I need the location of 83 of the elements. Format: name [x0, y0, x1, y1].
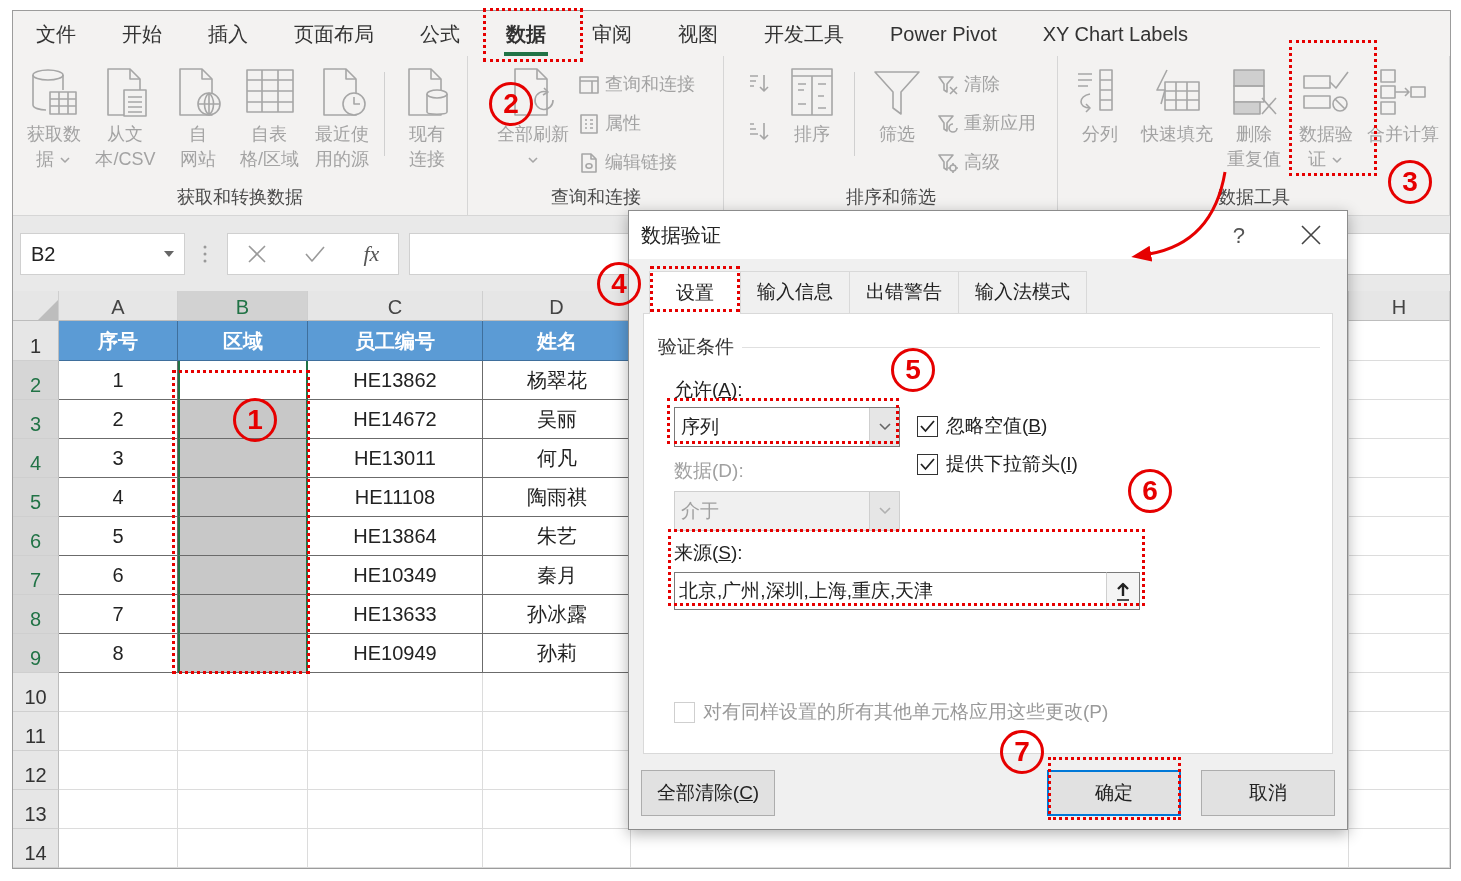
column-header[interactable]: A: [59, 291, 178, 321]
row-header[interactable]: 2: [13, 361, 59, 400]
row-header[interactable]: 5: [13, 478, 59, 517]
chevron-icon: [877, 422, 892, 432]
ribbon-tab[interactable]: 开发工具: [762, 20, 846, 56]
row-header[interactable]: 14: [13, 829, 59, 868]
column-header[interactable]: B: [178, 291, 308, 321]
group-label: 排序和筛选: [844, 186, 937, 209]
step-number: 7: [1000, 730, 1044, 774]
group-label: 查询和连接: [549, 186, 642, 209]
step-number: 3: [1388, 160, 1432, 204]
upload-arrow-icon: [1115, 581, 1131, 601]
funnel-gear-icon: [936, 151, 959, 174]
column-header[interactable]: H: [1349, 291, 1450, 321]
row-header[interactable]: 1: [13, 321, 59, 361]
table-cell: HE10349: [308, 556, 483, 595]
chevron-icon: [877, 506, 892, 516]
column-heading: 员工编号: [308, 321, 483, 361]
dropdown-field[interactable]: 序列: [674, 407, 900, 447]
checkbox[interactable]: [917, 453, 938, 475]
cancel-icon[interactable]: [246, 243, 267, 264]
range-select-button[interactable]: [1106, 572, 1140, 610]
checkbox-label: 对有同样设置的所有其他单元格应用这些更改(P): [703, 699, 1109, 724]
checkbox[interactable]: [917, 415, 938, 437]
table-cell: HE13633: [308, 595, 483, 634]
step-number: 4: [597, 262, 641, 306]
table-cell: HE10949: [308, 634, 483, 673]
table-cell: HE13864: [308, 517, 483, 556]
ribbon-tab[interactable]: 开始: [120, 20, 164, 56]
dialog-tab[interactable]: 设置: [649, 271, 741, 314]
document-link-icon: [578, 151, 600, 174]
dialog-tab[interactable]: 输入法模式: [958, 271, 1087, 313]
ribbon-tab[interactable]: XY Chart Labels: [1040, 20, 1190, 56]
row-header[interactable]: 11: [13, 712, 59, 751]
column-heading: 姓名: [483, 321, 631, 361]
ribbon-tab[interactable]: 插入: [206, 20, 250, 56]
funnel-clear-icon: [936, 73, 959, 96]
column-heading: 区域: [178, 321, 308, 361]
step-number: 5: [891, 348, 935, 392]
table-cell: HE13011: [308, 439, 483, 478]
dialog-button[interactable]: 取消: [1201, 770, 1335, 816]
ribbon-tab[interactable]: 审阅: [590, 20, 634, 56]
field-label: 数据(D):: [674, 459, 745, 483]
ribbon-tab[interactable]: 公式: [418, 20, 462, 56]
ribbon-tab[interactable]: 页面布局: [292, 20, 376, 56]
ribbon-tab[interactable]: 文件: [34, 20, 78, 56]
row-header[interactable]: 12: [13, 751, 59, 790]
step-number: 1: [233, 398, 277, 442]
help-button[interactable]: ?: [1232, 218, 1245, 252]
column-heading: 序号: [59, 321, 178, 361]
name-box[interactable]: B2: [20, 232, 185, 275]
checkbox-label: 提供下拉箭头(I): [946, 451, 1078, 476]
row-header[interactable]: 9: [13, 634, 59, 673]
table-cell: HE11108: [308, 478, 483, 517]
ribbon-tab[interactable]: 视图: [676, 20, 720, 56]
source-input[interactable]: 北京,广州,深圳,上海,重庆,天津: [674, 572, 1106, 610]
panel-icon: [578, 73, 600, 96]
list-icon: [578, 112, 600, 135]
section-title: 验证条件: [658, 334, 734, 359]
column-header[interactable]: C: [308, 291, 483, 321]
close-icon[interactable]: [1301, 225, 1321, 245]
dialog-button[interactable]: 确定: [1047, 770, 1181, 816]
row-header[interactable]: 8: [13, 595, 59, 634]
dialog-title: 数据验证: [641, 223, 722, 248]
row-header[interactable]: 13: [13, 790, 59, 829]
funnel-refresh-icon: [936, 112, 959, 135]
caret-icon: [164, 250, 174, 257]
row-header[interactable]: 4: [13, 439, 59, 478]
row-header[interactable]: 7: [13, 556, 59, 595]
row-header[interactable]: 3: [13, 400, 59, 439]
field-label: 来源(S):: [674, 541, 744, 565]
table-cell: HE13862: [308, 361, 483, 400]
group-label: 获取和转换数据: [176, 186, 304, 209]
insert-function-button[interactable]: fx: [363, 237, 380, 270]
step-number: 2: [489, 82, 533, 126]
row-header[interactable]: 10: [13, 673, 59, 712]
row-header[interactable]: 6: [13, 517, 59, 556]
ribbon-tab[interactable]: Power Pivot: [888, 20, 999, 56]
checkbox-label: 忽略空值(B): [946, 413, 1048, 438]
dialog-button[interactable]: 全部清除(C): [641, 770, 775, 816]
grip-icon: [203, 244, 207, 263]
table-cell: HE14672: [308, 400, 483, 439]
step-number: 6: [1128, 469, 1172, 513]
